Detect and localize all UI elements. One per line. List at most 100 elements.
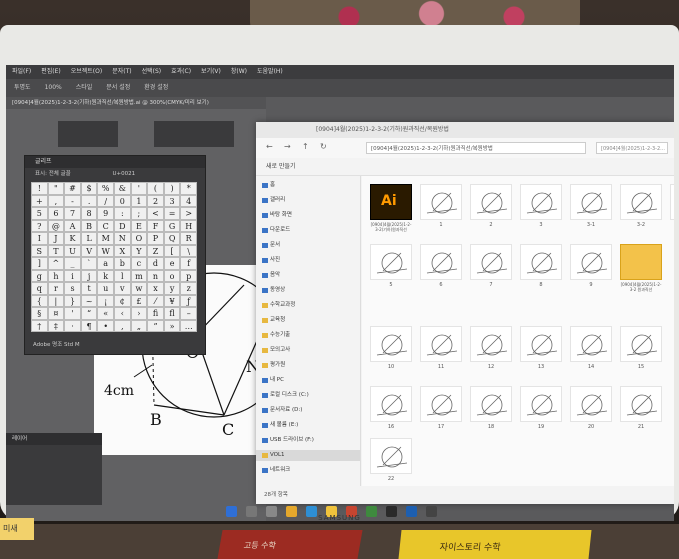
control-item[interactable]: 환경 설정	[144, 84, 168, 91]
menu-item[interactable]: 창(W)	[231, 68, 247, 75]
glyph-cell[interactable]: g	[31, 269, 48, 282]
glyph-cell[interactable]: c	[130, 257, 148, 270]
file-thumbnail[interactable]	[420, 386, 462, 422]
file-thumbnail[interactable]	[520, 184, 562, 220]
glyph-cell[interactable]: "	[47, 182, 65, 195]
file-thumbnail[interactable]	[570, 184, 612, 220]
glyph-cell[interactable]: i	[64, 269, 81, 282]
glyph-cell[interactable]: U	[64, 244, 81, 257]
glyph-cell[interactable]: §	[31, 307, 48, 320]
sidebar-item[interactable]: 로컬 디스크 (C:)	[256, 390, 360, 401]
glyph-cell[interactable]: 8	[80, 207, 98, 220]
glyph-cell[interactable]: £	[130, 294, 148, 307]
glyph-cell[interactable]: /	[97, 194, 114, 207]
glyph-cell[interactable]: 9	[97, 207, 114, 220]
glyph-cell[interactable]: x	[147, 282, 164, 295]
glyph-cell[interactable]: (	[147, 182, 164, 195]
glyph-cell[interactable]: '	[64, 307, 81, 320]
glyph-cell[interactable]: L	[80, 232, 98, 245]
sidebar-item[interactable]: 갤러리	[256, 195, 360, 206]
glyph-cell[interactable]: >	[180, 207, 197, 220]
glyph-cell[interactable]: s	[64, 282, 81, 295]
glyph-cell[interactable]: .	[80, 194, 98, 207]
glyph-cell[interactable]: w	[130, 282, 148, 295]
glyph-cell[interactable]: z	[180, 282, 197, 295]
glyph-cell[interactable]: ·	[64, 319, 81, 332]
sidebar-item[interactable]: 새 볼륨 (E:)	[256, 420, 360, 431]
glyph-cell[interactable]: “	[80, 307, 98, 320]
file-thumbnail[interactable]	[570, 326, 612, 362]
glyph-cell[interactable]: t	[80, 282, 98, 295]
glyph-cell[interactable]: 5	[31, 207, 48, 220]
sidebar-item[interactable]: 모의고사	[256, 345, 360, 356]
glyph-cell[interactable]: †	[31, 319, 48, 332]
glyph-cell[interactable]: C	[97, 219, 114, 232]
sidebar-item[interactable]: 문서	[256, 240, 360, 251]
file-thumbnail[interactable]	[570, 386, 612, 422]
glyph-cell[interactable]: Y	[130, 244, 148, 257]
glyph-cell[interactable]: [	[163, 244, 181, 257]
glyph-cell[interactable]: ,	[47, 194, 65, 207]
glyph-cell[interactable]: q	[31, 282, 48, 295]
glyph-cell[interactable]: …	[180, 319, 197, 332]
brush-panel[interactable]	[154, 121, 234, 147]
sidebar-item[interactable]: 내 PC	[256, 375, 360, 386]
glyph-cell[interactable]: m	[130, 269, 148, 282]
glyph-cell[interactable]: 2	[147, 194, 164, 207]
document-tab[interactable]: [0904]4월(2025)1-2-3-2(기하)원과직선/복원방법.ai @ …	[6, 97, 266, 109]
sidebar-item[interactable]: 문서자료 (D:)	[256, 405, 360, 416]
file-grid[interactable]: Ai [0904]4월(2025)1-2-3-2(기하)원과직선 1 2 3 3-1 3-2…	[362, 176, 674, 486]
glyph-cell[interactable]: 0	[114, 194, 131, 207]
glyph-cell[interactable]: k	[97, 269, 114, 282]
file-thumbnail[interactable]	[570, 244, 612, 280]
glyphs-font-select[interactable]: Adobe 명조 Std M	[25, 338, 205, 352]
control-item[interactable]: 투명도	[14, 84, 31, 91]
control-item[interactable]: 문서 설정	[106, 84, 130, 91]
sidebar-item[interactable]: 평가원	[256, 360, 360, 371]
glyph-cell[interactable]: y	[163, 282, 181, 295]
glyph-cell[interactable]: f	[180, 257, 197, 270]
glyph-cell[interactable]: ¢	[114, 294, 131, 307]
glyph-cell[interactable]: K	[64, 232, 81, 245]
glyph-cell[interactable]: »	[163, 319, 181, 332]
file-thumbnail[interactable]	[670, 184, 674, 220]
tool-options-panel[interactable]	[58, 121, 118, 147]
glyph-cell[interactable]: -	[64, 194, 81, 207]
sidebar-item[interactable]: 교육청	[256, 315, 360, 326]
forward-arrow-icon[interactable]: →	[284, 142, 291, 151]
control-item[interactable]: 스타일	[76, 84, 93, 91]
file-thumbnail[interactable]	[470, 386, 512, 422]
new-button[interactable]: 새로 만들기	[266, 163, 296, 170]
glyph-cell[interactable]: ?	[31, 219, 48, 232]
glyph-cell[interactable]: ¥	[163, 294, 181, 307]
glyph-cell[interactable]: \	[180, 244, 197, 257]
glyph-cell[interactable]: u	[97, 282, 114, 295]
menu-item[interactable]: 문자(T)	[112, 68, 131, 75]
glyph-cell[interactable]: |	[47, 294, 65, 307]
glyph-cell[interactable]: V	[80, 244, 98, 257]
glyph-grid[interactable]: ! " # $% & '() * +, -./0 1 2 3 4 5 6 7 8 9:; < = >? @ A B C D E F G H…	[31, 182, 197, 332]
glyph-cell[interactable]: r	[47, 282, 65, 295]
menu-item[interactable]: 편집(E)	[41, 68, 61, 75]
glyph-cell[interactable]: ¡	[97, 294, 114, 307]
glyph-cell[interactable]: '	[130, 182, 148, 195]
sidebar-item[interactable]: 네트워크	[256, 465, 360, 476]
glyph-cell[interactable]: I	[31, 232, 48, 245]
menu-item[interactable]: 효과(C)	[171, 68, 191, 75]
glyph-cell[interactable]: 1	[130, 194, 148, 207]
file-thumbnail[interactable]	[470, 184, 512, 220]
glyph-cell[interactable]: E	[130, 219, 148, 232]
glyph-cell[interactable]: R	[180, 232, 197, 245]
glyph-cell[interactable]: ⁄	[147, 294, 164, 307]
glyph-cell[interactable]: –	[180, 307, 197, 320]
glyph-cell[interactable]: }	[64, 294, 81, 307]
glyph-cell[interactable]: ﬂ	[163, 307, 181, 320]
sidebar-item[interactable]: 홈	[256, 180, 360, 191]
glyph-cell[interactable]: 4	[180, 194, 197, 207]
glyph-cell[interactable]: _	[64, 257, 81, 270]
glyph-cell[interactable]: ‡	[47, 319, 65, 332]
glyph-cell[interactable]: ‹	[114, 307, 131, 320]
glyph-cell[interactable]: d	[147, 257, 164, 270]
glyph-cell[interactable]: e	[163, 257, 181, 270]
glyph-cell[interactable]: p	[180, 269, 197, 282]
